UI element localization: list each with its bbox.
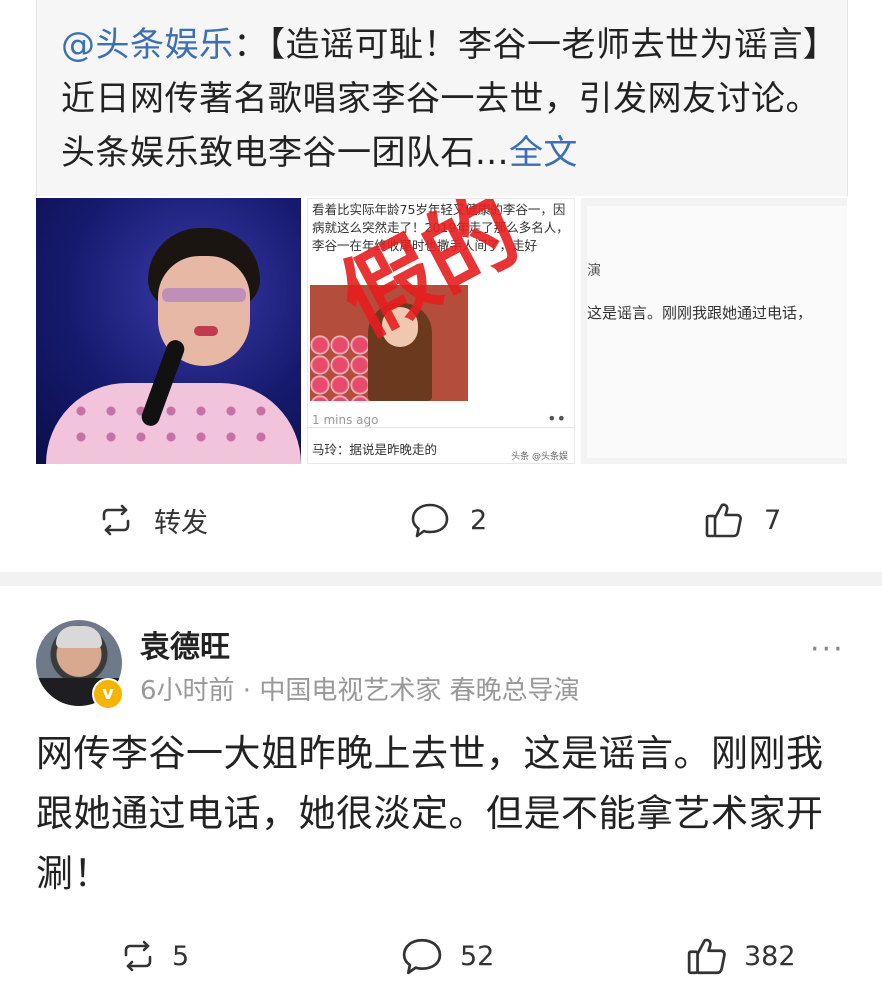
post-meta: 6小时前 · 中国电视艺术家 春晚总导演 [140, 676, 580, 706]
quoted-action-bar: 转发 2 7 [0, 490, 882, 550]
quoted-post-card[interactable]: @头条娱乐：【造谣可耻！李谷一老师去世为谣言】近日网传著名歌唱家李谷一去世，引发… [36, 0, 848, 196]
post-like-count: 382 [744, 940, 796, 972]
post-screenshot[interactable]: 演 这是谣言。刚刚我跟她通过电话， [581, 198, 847, 464]
verified-badge-icon: v [92, 678, 124, 710]
post-repost-count: 5 [172, 940, 190, 972]
comment-icon [402, 938, 442, 975]
screenshot-more-icon: •• [547, 409, 566, 428]
full-text-link[interactable]: 全文 [509, 133, 578, 173]
thumbs-up-icon [687, 938, 726, 975]
post-screenshot-line2: 这是谣言。刚刚我跟她通过电话， [587, 304, 813, 322]
rumor-screenshot[interactable]: 看着比实际年龄75岁年轻又健康的李谷一，因病就这么突然走了！2019年走了那么多… [307, 198, 575, 464]
comment-count: 2 [470, 504, 488, 536]
post-screenshot-inner: 演 这是谣言。刚刚我跟她通过电话， [587, 206, 847, 458]
screenshot-time: 1 mins ago [312, 413, 379, 427]
screenshot-comment: 马玲：据说是昨晚走的 [312, 442, 438, 457]
singer-photo[interactable] [36, 198, 301, 464]
comment-icon [411, 503, 449, 538]
like-button[interactable]: 7 [704, 498, 781, 542]
post-screenshot-line1: 演 [587, 263, 601, 279]
mention-colon: ： [233, 25, 268, 65]
post-action-bar: 5 52 382 [0, 928, 882, 984]
avatar-hair [56, 626, 102, 648]
photo-dress-pattern [66, 398, 286, 458]
mention-link[interactable]: @头条娱乐 [61, 25, 234, 65]
repost-icon [102, 504, 130, 536]
photo-flowers [310, 335, 370, 401]
photo-lips [194, 326, 218, 336]
post-comment-button[interactable]: 52 [400, 928, 494, 984]
repost-icon [124, 940, 152, 972]
image-gallery: 看着比实际年龄75岁年轻又健康的李谷一，因病就这么突然走了！2019年走了那么多… [36, 198, 847, 464]
author-name[interactable]: 袁德旺 [140, 622, 230, 666]
comment-button[interactable]: 2 [410, 498, 487, 542]
post-like-button[interactable]: 382 [686, 928, 796, 984]
like-count: 7 [764, 504, 782, 536]
repost-button[interactable]: 转发 [98, 498, 208, 542]
post-body: 网传李谷一大姐昨晚上去世，这是谣言。刚刚我跟她通过电话，她很淡定。但是不能拿艺术… [36, 732, 824, 895]
repost-label: 转发 [154, 507, 208, 539]
photo-glasses [162, 288, 246, 302]
screenshot-watermark: 头条 @头条娱 [511, 452, 568, 462]
thumbs-up-icon [705, 503, 742, 538]
more-icon[interactable]: ··· [810, 632, 845, 667]
section-divider [0, 572, 882, 586]
post-comment-count: 52 [460, 940, 495, 972]
screenshot-divider [308, 427, 574, 428]
post-repost-button[interactable]: 5 [120, 928, 189, 984]
quoted-post-text: @头条娱乐：【造谣可耻！李谷一老师去世为谣言】近日网传著名歌唱家李谷一去世，引发… [61, 18, 831, 180]
